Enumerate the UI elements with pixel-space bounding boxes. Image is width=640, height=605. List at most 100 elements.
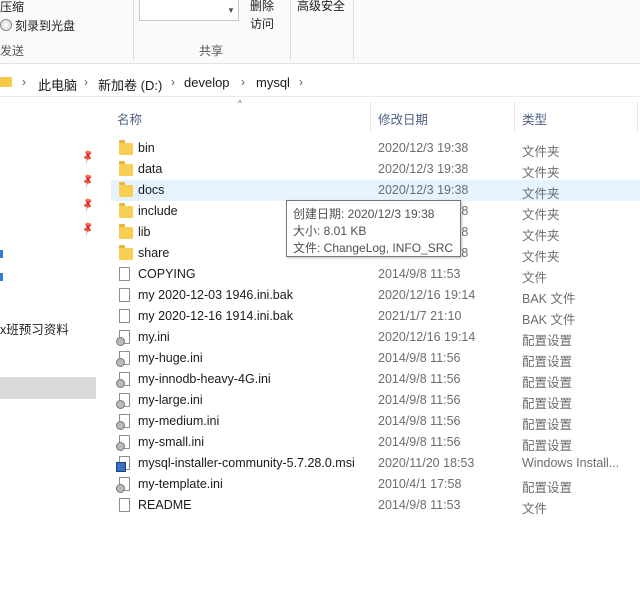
pin-icon[interactable]: 📌 <box>80 173 97 189</box>
file-name: my 2020-12-16 1914.ini.bak <box>138 309 293 323</box>
file-modified-date: 2014/9/8 11:56 <box>378 414 461 428</box>
file-type: 文件 <box>522 271 548 285</box>
disc-icon <box>0 19 12 31</box>
pin-icon[interactable]: 📌 <box>80 197 97 213</box>
folder-icon <box>119 203 133 218</box>
ribbon-divider <box>133 0 134 60</box>
share-group-label: 共享 <box>199 44 224 58</box>
breadcrumb-mysql[interactable]: mysql <box>256 75 290 90</box>
column-header-date[interactable]: 修改日期 <box>378 109 428 128</box>
nav-selected-item[interactable] <box>0 377 96 399</box>
pin-icon[interactable]: 📌 <box>80 149 97 165</box>
file-type: 配置设置 <box>522 334 573 348</box>
file-name: my-small.ini <box>138 435 204 449</box>
folder-icon <box>0 77 12 87</box>
column-header-name[interactable]: 名称 <box>117 109 142 128</box>
file-row[interactable]: my.ini 2020/12/16 19:14 配置设置 <box>111 327 640 348</box>
burn-to-disc-button[interactable]: 刻录到光盘 <box>0 17 75 34</box>
file-row[interactable]: my-huge.ini 2014/9/8 11:56 配置设置 <box>111 348 640 369</box>
file-modified-date: 2010/4/1 17:58 <box>378 477 462 491</box>
file-modified-date: 2020/12/16 19:14 <box>378 288 476 302</box>
file-row[interactable]: my-template.ini 2010/4/1 17:58 配置设置 <box>111 474 640 495</box>
file-type: 文件夹 <box>522 250 560 264</box>
file-list: ^ 名称 修改日期 类型 bin 2020/12/3 19:38 文件夹 data 20… <box>108 97 640 605</box>
file-row[interactable]: my 2020-12-16 1914.ini.bak 2021/1/7 21:10… <box>111 306 640 327</box>
delete-access-line2[interactable]: 访问 <box>250 15 274 32</box>
file-row[interactable]: mysql-installer-community-5.7.28.0.msi 20… <box>111 453 640 474</box>
file-type: 文件夹 <box>522 187 560 201</box>
file-type: 文件夹 <box>522 208 560 222</box>
file-name: lib <box>138 225 151 239</box>
file-type: 配置设置 <box>522 355 573 369</box>
file-modified-date: 2014/9/8 11:56 <box>378 393 461 407</box>
file-type: Windows Install... <box>522 456 620 470</box>
file-name: my-innodb-heavy-4G.ini <box>138 372 271 386</box>
file-row[interactable]: docs 2020/12/3 19:38 文件夹 <box>111 180 640 201</box>
chevron-right-icon[interactable]: › <box>84 75 88 89</box>
file-name: mysql-installer-community-5.7.28.0.msi <box>138 456 355 470</box>
file-row[interactable]: my-large.ini 2014/9/8 11:56 配置设置 <box>111 390 640 411</box>
file-type: 配置设置 <box>522 439 573 453</box>
config-file-icon <box>116 477 130 493</box>
breadcrumb-drive-d[interactable]: 新加卷 (D:) <box>98 75 162 94</box>
compress-button[interactable]: 压缩 <box>0 0 24 15</box>
chevron-right-icon[interactable]: › <box>171 75 175 89</box>
column-divider[interactable] <box>637 102 638 132</box>
file-row[interactable]: my-small.ini 2014/9/8 11:56 配置设置 <box>111 432 640 453</box>
config-file-icon <box>116 351 130 367</box>
installer-icon <box>116 456 130 472</box>
file-modified-date: 2020/11/20 18:53 <box>378 456 475 470</box>
config-file-icon <box>116 372 130 388</box>
dropdown-arrow-icon[interactable]: ▾ <box>224 0 239 21</box>
ribbon: 压缩 刻录到光盘 发送 ▾ 删除 访问 高级安全 共享 <box>0 0 640 64</box>
nav-item-icon[interactable] <box>0 250 3 258</box>
file-modified-date: 2020/12/16 19:14 <box>378 330 476 344</box>
file-name: data <box>138 162 163 176</box>
pin-icon[interactable]: 📌 <box>80 221 97 237</box>
column-divider[interactable] <box>370 102 371 132</box>
file-modified-date: 2020/12/3 19:38 <box>378 183 469 197</box>
file-row[interactable]: my-innodb-heavy-4G.ini 2014/9/8 11:56 配置设置 <box>111 369 640 390</box>
tooltip-files: 文件: ChangeLog, INFO_SRC <box>293 241 454 255</box>
file-row[interactable]: COPYING 2014/9/8 11:53 文件 <box>111 264 640 285</box>
file-modified-date: 2021/1/7 21:10 <box>378 309 462 323</box>
send-group-label: 发送 <box>0 44 25 58</box>
nav-item-icon[interactable] <box>0 273 3 281</box>
address-bar[interactable]: › 此电脑 › 新加卷 (D:) › develop › mysql › <box>0 68 640 97</box>
file-name: my-huge.ini <box>138 351 203 365</box>
file-name: my-large.ini <box>138 393 203 407</box>
advanced-security-button[interactable]: 高级安全 <box>297 0 345 14</box>
file-modified-date: 2020/12/3 19:38 <box>378 141 469 155</box>
file-row[interactable]: README 2014/9/8 11:53 文件 <box>111 495 640 516</box>
file-type: 文件夹 <box>522 145 560 159</box>
file-type: BAK 文件 <box>522 292 576 306</box>
share-dropdown-box[interactable] <box>139 0 225 21</box>
folder-icon <box>119 224 133 239</box>
chevron-right-icon[interactable]: › <box>22 75 26 89</box>
ribbon-divider <box>290 0 291 60</box>
file-row[interactable]: bin 2020/12/3 19:38 文件夹 <box>111 138 640 159</box>
file-icon <box>119 267 130 281</box>
breadcrumb-this-pc[interactable]: 此电脑 <box>38 75 77 94</box>
config-file-icon <box>116 435 130 451</box>
file-modified-date: 2014/9/8 11:56 <box>378 372 461 386</box>
file-name: my-template.ini <box>138 477 223 491</box>
breadcrumb-develop[interactable]: develop <box>184 75 230 90</box>
sort-ascending-icon: ^ <box>238 99 242 108</box>
file-icon <box>119 288 130 302</box>
column-header-type[interactable]: 类型 <box>522 109 547 128</box>
file-type: 配置设置 <box>522 481 573 495</box>
chevron-right-icon[interactable]: › <box>299 75 303 89</box>
file-row[interactable]: data 2020/12/3 19:38 文件夹 <box>111 159 640 180</box>
delete-access-line1[interactable]: 删除 <box>250 0 274 14</box>
nav-item-label[interactable]: x班预习资料 <box>0 319 69 338</box>
column-divider[interactable] <box>514 102 515 132</box>
chevron-right-icon[interactable]: › <box>241 75 245 89</box>
file-row[interactable]: my 2020-12-03 1946.ini.bak 2020/12/16 19:… <box>111 285 640 306</box>
tooltip-created-date: 创建日期: 2020/12/3 19:38 <box>293 207 435 221</box>
file-row[interactable]: my-medium.ini 2014/9/8 11:56 配置设置 <box>111 411 640 432</box>
file-name: my-medium.ini <box>138 414 220 428</box>
file-type: 配置设置 <box>522 418 573 432</box>
folder-icon <box>119 140 133 155</box>
folder-icon <box>119 182 133 197</box>
